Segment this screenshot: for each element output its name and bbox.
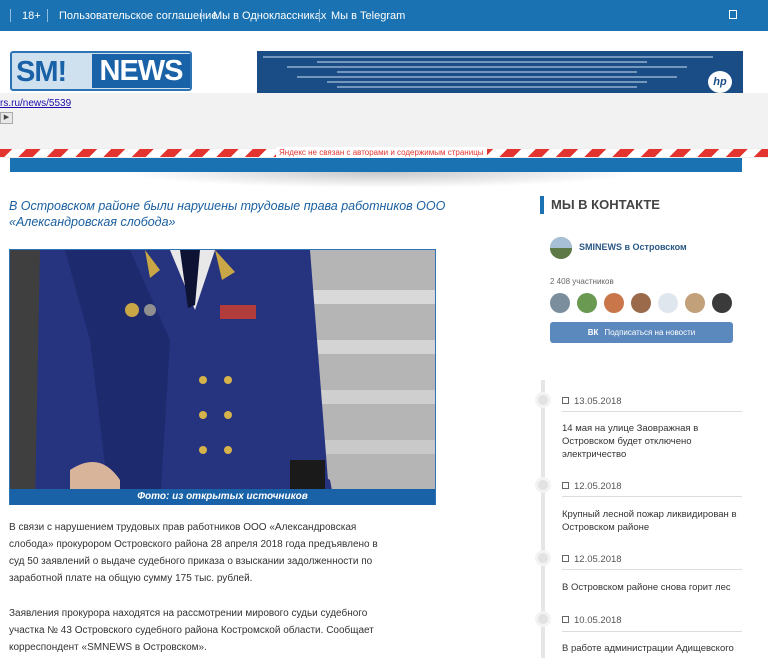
square-icon[interactable] <box>729 10 737 19</box>
calendar-icon <box>562 482 569 489</box>
ad-banner[interactable]: hp <box>257 51 743 93</box>
photo-caption: Фото: из открытых источников <box>10 489 435 505</box>
ad-text-line <box>337 71 637 73</box>
member-avatar[interactable] <box>658 293 678 313</box>
divider <box>319 9 320 22</box>
vk-group-name[interactable]: SMINEWS в Островском <box>579 242 687 252</box>
link-odnoklassniki[interactable]: Мы в Одноклассниках <box>213 10 326 22</box>
news-item-link[interactable]: 14 мая на улице Заовражная в Островском … <box>562 422 737 461</box>
divider <box>10 9 11 22</box>
timeline-dot <box>535 477 551 493</box>
vk-heading: МЫ В КОНТАКТЕ <box>540 196 660 214</box>
member-avatar[interactable] <box>685 293 705 313</box>
member-avatar[interactable] <box>577 293 597 313</box>
timeline-dot <box>535 550 551 566</box>
nav-bar <box>10 158 742 172</box>
logo-text-news: NEWS <box>92 54 190 88</box>
page: 18+ Пользовательское соглашение Мы в Одн… <box>0 0 768 658</box>
hp-logo-icon: hp <box>708 71 732 93</box>
divider <box>47 9 48 22</box>
link-telegram[interactable]: Мы в Telegram <box>331 10 405 22</box>
news-item-link[interactable]: В Островском районе снова горит лес <box>562 581 737 594</box>
divider <box>201 9 202 22</box>
ad-text-line <box>327 81 647 83</box>
news-date: 10.05.2018 <box>562 615 622 626</box>
calendar-icon <box>562 555 569 562</box>
article-paragraph: В связи с нарушением трудовых прав работ… <box>9 522 378 584</box>
age-rating: 18+ <box>22 10 41 22</box>
news-item-link[interactable]: Крупный лесной пожар ликвидирован в Остр… <box>562 508 737 534</box>
member-avatar[interactable] <box>712 293 732 313</box>
news-divider <box>562 496 742 497</box>
link-user-agreement[interactable]: Пользовательское соглашение <box>59 10 217 22</box>
vk-group-avatar-image <box>550 237 572 259</box>
news-divider <box>562 411 742 412</box>
nav-shadow <box>120 172 640 188</box>
news-divider <box>562 631 742 632</box>
member-avatar[interactable] <box>631 293 651 313</box>
ad-text-line <box>287 66 687 68</box>
ad-text-line <box>263 56 713 58</box>
play-icon[interactable]: ▶ <box>0 112 13 124</box>
top-bar: 18+ Пользовательское соглашение Мы в Одн… <box>0 0 768 31</box>
news-item-link[interactable]: В работе администрации Адищевского <box>562 642 737 655</box>
vk-subscribe-label: Подписаться на новости <box>604 328 696 337</box>
cache-panel: rs.ru/news/5539 <box>0 93 768 148</box>
site-logo[interactable]: SM! NEWS <box>10 51 192 91</box>
article-paragraph: Заявления прокурора находятся на рассмот… <box>9 608 374 653</box>
news-date: 12.05.2018 <box>562 481 622 492</box>
article-title: В Островском районе были нарушены трудов… <box>9 199 446 229</box>
news-date: 13.05.2018 <box>562 396 622 407</box>
logo-text-sm: SM! <box>16 56 67 88</box>
calendar-icon <box>562 616 569 623</box>
article-photo <box>9 249 436 505</box>
timeline-dot <box>535 611 551 627</box>
cache-url-link[interactable]: rs.ru/news/5539 <box>0 98 71 109</box>
vk-logo-icon: ВК <box>587 328 599 337</box>
calendar-icon <box>562 397 569 404</box>
member-avatar[interactable] <box>604 293 624 313</box>
vk-member-count: 2 408 участников <box>550 277 614 286</box>
ad-text-line <box>297 76 677 78</box>
vk-group-avatar[interactable] <box>550 237 572 259</box>
member-avatar[interactable] <box>550 293 570 313</box>
ad-text-line <box>317 61 647 63</box>
photo-image <box>10 250 435 504</box>
ad-text-line <box>337 86 637 88</box>
vk-subscribe-button[interactable]: ВК Подписаться на новости <box>550 322 733 343</box>
news-date: 12.05.2018 <box>562 554 622 565</box>
timeline-dot <box>535 392 551 408</box>
news-divider <box>562 569 742 570</box>
